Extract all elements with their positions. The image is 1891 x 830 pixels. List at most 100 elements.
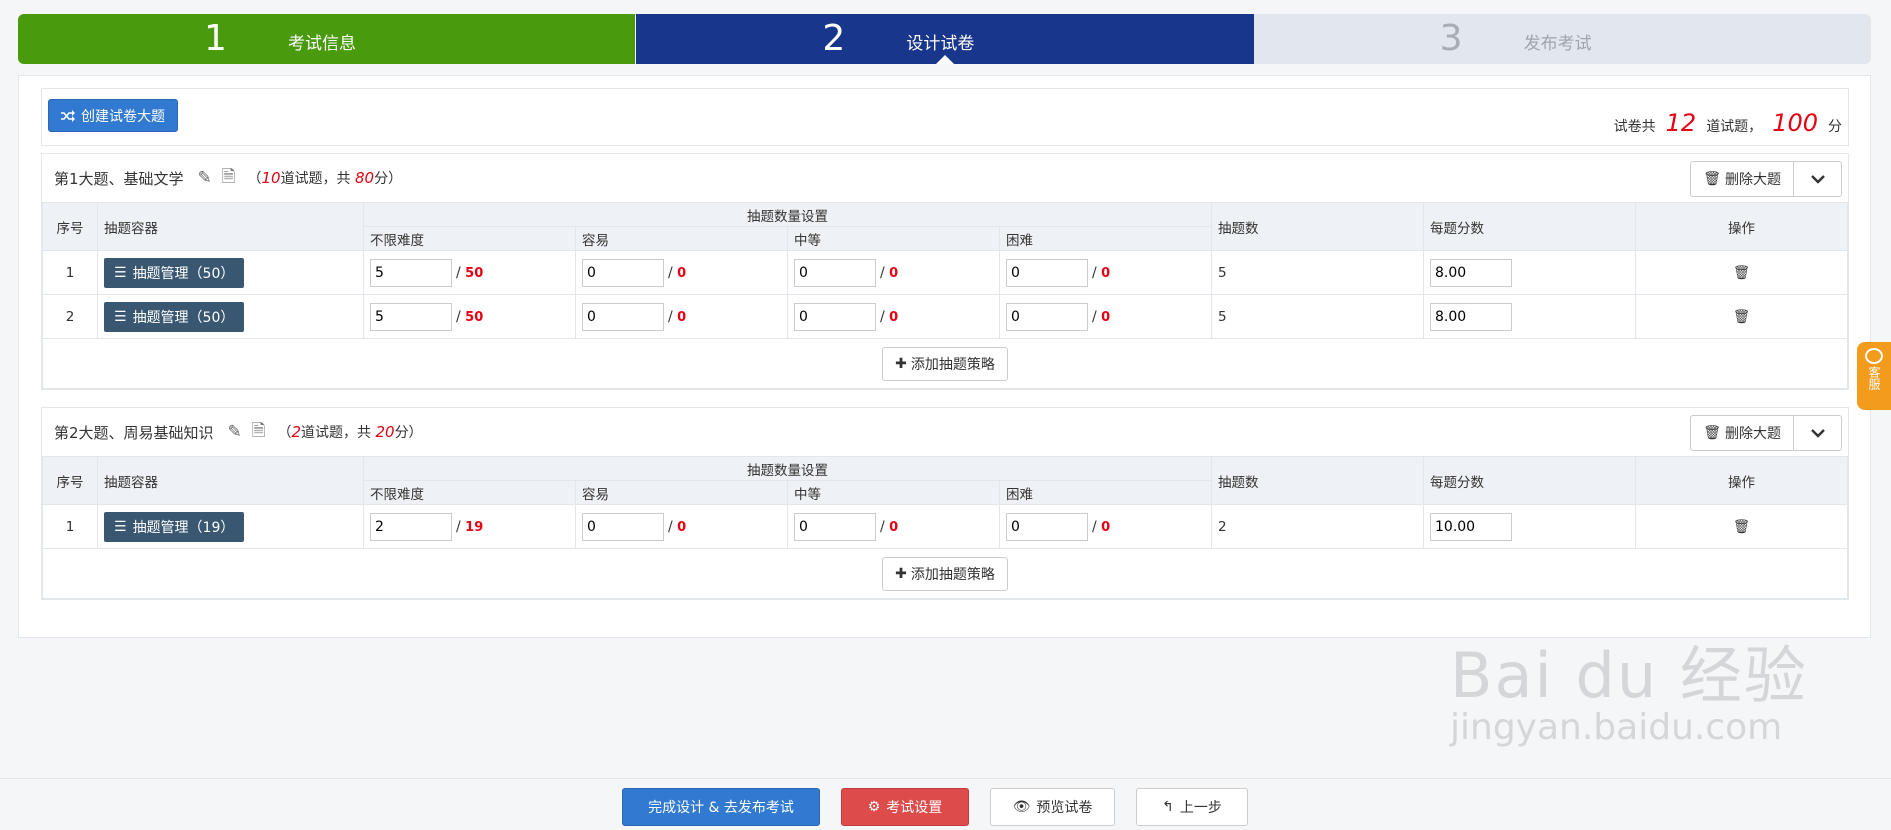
section-question-count: 10 <box>261 169 281 187</box>
row-index: 1 <box>42 504 98 549</box>
pool-label: 抽题管理（50） <box>132 309 235 326</box>
pool-button[interactable]: ☰ 抽题管理（50） <box>104 301 245 332</box>
pool-label: 抽题管理（19） <box>132 519 235 536</box>
customer-service-tab[interactable]: 客服 <box>1857 342 1891 410</box>
exam-settings-button[interactable]: ⚙ 考试设置 <box>841 788 969 826</box>
watermark-url: jingyan.baidu.com <box>1450 707 1783 748</box>
trash-icon[interactable]: 🗑 <box>1733 265 1750 281</box>
col-score: 每题分数 <box>1423 202 1636 251</box>
any-difficulty-input[interactable] <box>370 258 452 287</box>
create-section-label: 创建试卷大题 <box>81 108 165 125</box>
col-op: 操作 <box>1635 456 1848 505</box>
col-count: 抽题数 <box>1211 456 1424 505</box>
meta-mid: 道试题，共 <box>280 171 351 187</box>
meta-open: （ <box>247 171 262 187</box>
score-input[interactable] <box>1430 512 1512 541</box>
step-label: 发布考试 <box>1523 34 1592 54</box>
paper-toolbar: 创建试卷大题 试卷共 12 道试题， 100 分 <box>41 88 1849 146</box>
step-wizard: 1 考试信息 2 设计试卷 3 发布考试 <box>18 14 1871 64</box>
delete-section-label: 删除大题 <box>1725 426 1781 442</box>
shuffle-icon <box>61 109 75 122</box>
meta-close: 分） <box>394 425 423 441</box>
section-dropdown-button[interactable] <box>1794 415 1842 451</box>
eye-icon: 👁 <box>1012 799 1031 815</box>
add-strategy-button[interactable]: ✚ 添加抽题策略 <box>882 556 1008 591</box>
pool-button[interactable]: ☰ 抽题管理（19） <box>104 511 245 542</box>
row-index: 1 <box>42 250 98 295</box>
summary-mid: 道试题， <box>1706 119 1763 135</box>
watermark: Bai du 经验 jingyan.baidu.com <box>1450 625 1808 748</box>
col-medium: 中等 <box>787 226 1000 251</box>
meta-open: （ <box>277 425 292 441</box>
medium-input[interactable] <box>794 302 876 331</box>
step-1[interactable]: 1 考试信息 <box>18 14 636 64</box>
medium-input[interactable] <box>794 512 876 541</box>
section-header: 第1大题、基础文学 ✎ 🗎 （10道试题，共 80分） 🗑 删除大题 <box>42 154 1848 202</box>
trash-icon[interactable]: 🗑 <box>1733 519 1750 535</box>
trash-icon: 🗑 <box>1703 171 1721 187</box>
section-dropdown-button[interactable] <box>1794 161 1842 197</box>
document-icon[interactable]: 🗎 <box>252 418 266 447</box>
any-difficulty-input[interactable] <box>370 302 452 331</box>
any-difficulty-input[interactable] <box>370 512 452 541</box>
step-3[interactable]: 3 发布考试 <box>1253 14 1871 64</box>
score-input[interactable] <box>1430 258 1512 287</box>
gear-icon: ⚙ <box>867 799 881 815</box>
col-hard: 困难 <box>999 480 1212 505</box>
paper-summary: 试卷共 12 道试题， 100 分 <box>1614 109 1842 137</box>
delete-section-label: 删除大题 <box>1725 172 1781 188</box>
back-arrow-icon: ↰ <box>1162 799 1174 815</box>
trash-icon[interactable]: 🗑 <box>1733 309 1750 325</box>
draw-count: 5 <box>1211 294 1424 339</box>
easy-max: 0 <box>677 265 687 281</box>
table-row: 1 ☰抽题管理（19） / 19 / 0 / 0 / 0 2 🗑 <box>42 504 1848 549</box>
add-strategy-button[interactable]: ✚ 添加抽题策略 <box>882 346 1008 381</box>
section-header: 第2大题、周易基础知识 ✎ 🗎 （2道试题，共 20分） 🗑 删除大题 <box>42 408 1848 456</box>
chat-bubble-icon <box>1865 348 1883 364</box>
section-1: 第1大题、基础文学 ✎ 🗎 （10道试题，共 80分） 🗑 删除大题 序号 抽题容… <box>41 153 1849 390</box>
col-hard: 困难 <box>999 226 1212 251</box>
section-meta: （10道试题，共 80分） <box>247 168 402 188</box>
finish-design-button[interactable]: 完成设计 & 去发布考试 <box>622 788 820 826</box>
design-panel: 创建试卷大题 试卷共 12 道试题， 100 分 第1大题、基础文学 ✎ 🗎 （… <box>18 75 1871 638</box>
active-step-indicator <box>935 55 954 64</box>
pencil-icon[interactable]: ✎ <box>198 168 212 188</box>
any-max: 50 <box>465 265 484 281</box>
hard-input[interactable] <box>1006 302 1088 331</box>
create-section-button[interactable]: 创建试卷大题 <box>48 99 178 132</box>
hard-input[interactable] <box>1006 258 1088 287</box>
col-group: 抽题数量设置 <box>363 202 1212 227</box>
meta-mid: 道试题，共 <box>301 425 372 441</box>
col-idx: 序号 <box>42 202 98 251</box>
chevron-down-icon <box>1810 175 1825 184</box>
score-input[interactable] <box>1430 302 1512 331</box>
easy-input[interactable] <box>582 512 664 541</box>
section-2: 第2大题、周易基础知识 ✎ 🗎 （2道试题，共 20分） 🗑 删除大题 序号 抽题… <box>41 407 1849 600</box>
add-strategy-row: ✚ 添加抽题策略 <box>42 548 1848 599</box>
col-any: 不限难度 <box>363 226 576 251</box>
table-row: 1 ☰抽题管理（50） / 50 / 0 / 0 / 0 5 🗑 <box>42 250 1848 295</box>
pool-label: 抽题管理（50） <box>132 265 235 282</box>
easy-input[interactable] <box>582 258 664 287</box>
col-pool: 抽题容器 <box>97 456 364 505</box>
section-score: 80 <box>355 169 375 187</box>
pencil-icon[interactable]: ✎ <box>228 422 242 442</box>
col-op: 操作 <box>1635 202 1848 251</box>
document-icon[interactable]: 🗎 <box>222 164 236 193</box>
preview-paper-button[interactable]: 👁 预览试卷 <box>990 788 1115 826</box>
easy-input[interactable] <box>582 302 664 331</box>
hard-input[interactable] <box>1006 512 1088 541</box>
summary-suffix: 分 <box>1828 119 1842 135</box>
preview-label: 预览试卷 <box>1036 800 1093 816</box>
pool-button[interactable]: ☰ 抽题管理（50） <box>104 257 245 288</box>
customer-service-label: 客服 <box>1867 366 1881 390</box>
step-label: 考试信息 <box>288 34 356 54</box>
delete-section-button[interactable]: 🗑 删除大题 <box>1690 415 1794 451</box>
col-any: 不限难度 <box>363 480 576 505</box>
step-label: 设计试卷 <box>906 34 975 54</box>
previous-step-button[interactable]: ↰ 上一步 <box>1136 788 1248 826</box>
medium-input[interactable] <box>794 258 876 287</box>
step-2[interactable]: 2 设计试卷 <box>635 14 1254 64</box>
delete-section-button[interactable]: 🗑 删除大题 <box>1690 161 1794 197</box>
list-icon: ☰ <box>114 518 127 535</box>
